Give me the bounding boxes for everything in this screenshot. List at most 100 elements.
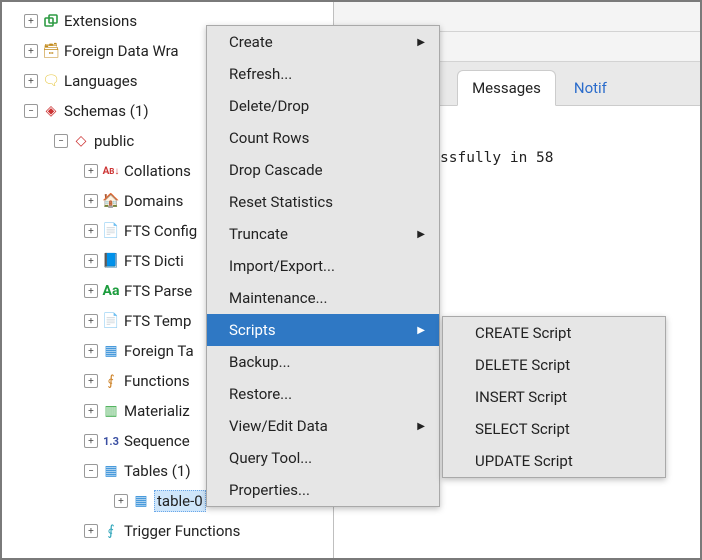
menu-label: Query Tool... (229, 449, 312, 467)
domains-icon: 🏠 (102, 192, 120, 210)
menu-label: Properties... (229, 481, 310, 499)
menu-truncate[interactable]: Truncate ▶ (207, 218, 439, 250)
fts-dict-icon: 📘 (102, 252, 120, 270)
menu-delete[interactable]: Delete/Drop (207, 90, 439, 122)
menu-properties[interactable]: Properties... (207, 474, 439, 506)
extensions-icon (42, 12, 60, 30)
tree-label: Collations (124, 162, 191, 180)
schemas-icon: ◈ (42, 102, 60, 120)
expander-icon[interactable]: + (84, 344, 98, 358)
expander-icon[interactable]: + (84, 224, 98, 238)
submenu-create-script[interactable]: CREATE Script (443, 317, 665, 349)
fts-config-icon: 📄 (102, 222, 120, 240)
submenu-update-script[interactable]: UPDATE Script (443, 445, 665, 477)
expander-icon[interactable]: + (84, 404, 98, 418)
menu-label: Import/Export... (229, 257, 335, 275)
menu-label: Restore... (229, 385, 292, 403)
menu-label: Create (229, 33, 273, 51)
menu-label: CREATE Script (475, 324, 571, 342)
fts-template-icon: 📄 (102, 312, 120, 330)
submenu-delete-script[interactable]: DELETE Script (443, 349, 665, 381)
tree-label: Extensions (64, 12, 137, 30)
foreign-data-wrapper-icon: 🗃 (42, 42, 60, 60)
menu-create[interactable]: Create ▶ (207, 26, 439, 58)
expander-icon[interactable]: + (84, 374, 98, 388)
tree-label: Foreign Data Wra (64, 42, 179, 60)
tree-label: Schemas (1) (64, 102, 149, 120)
tree-label: public (94, 132, 134, 150)
expander-icon[interactable]: + (114, 494, 128, 508)
tree-label: FTS Temp (124, 312, 191, 330)
fts-parser-icon: Aa (102, 282, 120, 300)
expander-icon[interactable]: + (84, 284, 98, 298)
foreign-tables-icon: ▦ (102, 342, 120, 360)
tables-icon: ▦ (102, 462, 120, 480)
chevron-right-icon: ▶ (417, 421, 425, 432)
trigger-functions-icon: ⨐ (102, 522, 120, 540)
menu-label: Backup... (229, 353, 291, 371)
menu-scripts[interactable]: Scripts ▶ (207, 314, 439, 346)
chevron-right-icon: ▶ (417, 37, 425, 48)
tab-messages[interactable]: Messages (457, 70, 556, 106)
submenu-insert-script[interactable]: INSERT Script (443, 381, 665, 413)
menu-label: Count Rows (229, 129, 309, 147)
menu-label: View/Edit Data (229, 417, 328, 435)
expander-icon[interactable]: + (84, 314, 98, 328)
menu-import-export[interactable]: Import/Export... (207, 250, 439, 282)
materialized-views-icon: ▥ (102, 402, 120, 420)
submenu-select-script[interactable]: SELECT Script (443, 413, 665, 445)
menu-refresh[interactable]: Refresh... (207, 58, 439, 90)
menu-reset-stats[interactable]: Reset Statistics (207, 186, 439, 218)
tree-label: Foreign Ta (124, 342, 194, 360)
sequences-icon: 1.3 (102, 432, 120, 450)
functions-icon: ⨐ (102, 372, 120, 390)
expander-icon[interactable]: + (84, 524, 98, 538)
tab-notifications[interactable]: Notif (560, 71, 621, 105)
expander-icon[interactable]: + (24, 74, 38, 88)
menu-label: Reset Statistics (229, 193, 333, 211)
expander-collapse-icon[interactable]: − (24, 104, 38, 118)
menu-label: INSERT Script (475, 388, 567, 406)
expander-icon[interactable]: + (24, 44, 38, 58)
scripts-submenu[interactable]: CREATE Script DELETE Script INSERT Scrip… (442, 316, 666, 478)
tree-label: Domains (124, 192, 183, 210)
tree-label: Trigger Functions (124, 522, 240, 540)
tree-label: FTS Dicti (124, 252, 184, 270)
chevron-right-icon: ▶ (417, 229, 425, 240)
tree-label: FTS Parse (124, 282, 192, 300)
menu-label: UPDATE Script (475, 452, 573, 470)
expander-collapse-icon[interactable]: − (54, 134, 68, 148)
tree-label: FTS Config (124, 222, 197, 240)
menu-label: Drop Cascade (229, 161, 323, 179)
menu-query-tool[interactable]: Query Tool... (207, 442, 439, 474)
menu-backup[interactable]: Backup... (207, 346, 439, 378)
collations-icon: AB↓ (102, 162, 120, 180)
menu-drop-cascade[interactable]: Drop Cascade (207, 154, 439, 186)
chevron-right-icon: ▶ (417, 325, 425, 336)
menu-maintenance[interactable]: Maintenance... (207, 282, 439, 314)
expander-icon[interactable]: + (24, 14, 38, 28)
menu-count-rows[interactable]: Count Rows (207, 122, 439, 154)
tree-label: Tables (1) (124, 462, 191, 480)
expander-collapse-icon[interactable]: − (84, 464, 98, 478)
tree-label: table-0 (154, 490, 206, 512)
menu-view-edit-data[interactable]: View/Edit Data ▶ (207, 410, 439, 442)
menu-restore[interactable]: Restore... (207, 378, 439, 410)
menu-label: Maintenance... (229, 289, 327, 307)
tree-label: Materializ (124, 402, 190, 420)
languages-icon: 🗨 (42, 72, 60, 90)
menu-label: Scripts (229, 321, 276, 339)
tree-label: Languages (64, 72, 138, 90)
expander-icon[interactable]: + (84, 434, 98, 448)
expander-icon[interactable]: + (84, 254, 98, 268)
context-menu[interactable]: Create ▶ Refresh... Delete/Drop Count Row… (206, 25, 440, 507)
tree-label: Functions (124, 372, 190, 390)
expander-icon[interactable]: + (84, 194, 98, 208)
expander-icon[interactable]: + (84, 164, 98, 178)
tree-node-trigger-functions[interactable]: + ⨐ Trigger Functions (6, 516, 333, 546)
menu-label: SELECT Script (475, 420, 570, 438)
schema-public-icon: ◇ (72, 132, 90, 150)
table-icon: ▦ (132, 492, 150, 510)
menu-label: Delete/Drop (229, 97, 309, 115)
menu-label: Truncate (229, 225, 288, 243)
